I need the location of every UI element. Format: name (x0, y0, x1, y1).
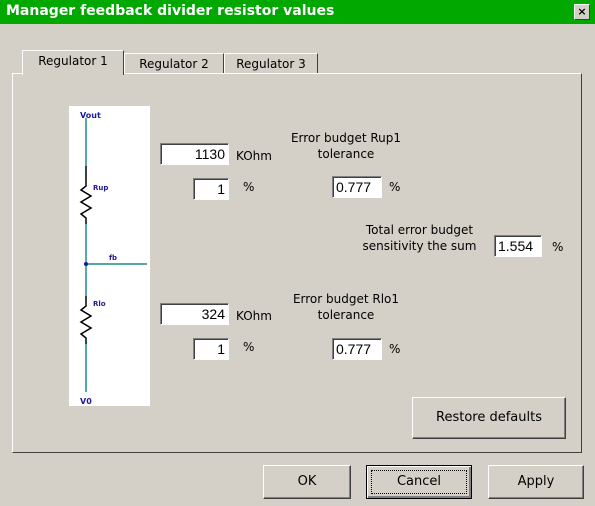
rlo-tolerance-input[interactable]: 1 (193, 338, 229, 360)
title-bar: Manager feedback divider resistor values… (0, 0, 595, 24)
rup-value-text: 1130 (194, 146, 225, 162)
tab-regulator-1[interactable]: Regulator 1 (22, 50, 124, 75)
window-title: Manager feedback divider resistor values (6, 3, 335, 19)
rlo-budget-unit: % (389, 342, 401, 356)
rup-error-budget-field: 0.777 (332, 176, 382, 198)
total-error-budget-field: 1.554 (494, 235, 542, 257)
total-line2: sensitivity the sum (362, 239, 477, 253)
rlo-value-text: 324 (201, 306, 225, 322)
rlo-tolerance-text: 1 (217, 341, 225, 357)
rlo-budget-value: 0.777 (336, 341, 372, 357)
schematic-v0-label: V0 (80, 397, 92, 406)
tab-label: Regulator 3 (236, 57, 306, 71)
total-line1: Total error budget (365, 223, 474, 237)
schematic-rup-label: Rup (93, 184, 108, 192)
rup-error-budget-label: Error budget Rup1 tolerance (286, 130, 406, 162)
total-value: 1.554 (498, 238, 534, 254)
rlo-error-budget-label: Error budget Rlo1 tolerance (286, 291, 406, 323)
rlo-value-input[interactable]: 324 (160, 303, 229, 325)
rup-tolerance-input[interactable]: 1 (193, 178, 229, 200)
rup-budget-value: 0.777 (336, 179, 372, 195)
ok-button[interactable]: OK (263, 465, 351, 499)
rlo-error-budget-field: 0.777 (332, 338, 382, 360)
schematic-rlo-label: Rlo (93, 300, 106, 308)
restore-defaults-label: Restore defaults (436, 410, 542, 425)
restore-defaults-button[interactable]: Restore defaults (412, 397, 566, 439)
total-unit: % (552, 240, 564, 254)
rup-tolerance-text: 1 (217, 181, 225, 197)
apply-button[interactable]: Apply (488, 465, 584, 499)
total-error-budget-label: Total error budget sensitivity the sum (352, 222, 487, 254)
rup-unit-label: KOhm (236, 149, 272, 163)
cancel-button[interactable]: Cancel (366, 465, 472, 499)
tab-regulator-2[interactable]: Regulator 2 (124, 53, 224, 74)
schematic-fb-label: fb (109, 254, 117, 262)
rlo-budget-line1: Error budget Rlo1 (292, 292, 400, 306)
schematic-vout-label: Vout (80, 111, 101, 120)
rup-budget-line2: tolerance (317, 147, 375, 161)
rup-budget-line1: Error budget Rup1 (290, 131, 402, 145)
divider-schematic: Vout Rup fb Rlo V0 (69, 106, 150, 406)
rlo-tolerance-unit: % (243, 340, 255, 354)
ok-label: OK (297, 474, 317, 489)
apply-label: Apply (517, 474, 555, 489)
rup-value-input[interactable]: 1130 (160, 143, 229, 165)
cancel-focus-indicator (371, 470, 467, 494)
schematic-drawing: Vout Rup fb Rlo V0 (79, 111, 147, 406)
close-icon: × (577, 5, 587, 18)
tab-regulator-3[interactable]: Regulator 3 (224, 53, 318, 74)
rup-tolerance-unit: % (243, 180, 255, 194)
rlo-budget-line2: tolerance (317, 308, 375, 322)
tab-label: Regulator 1 (38, 54, 108, 68)
rlo-unit-label: KOhm (236, 309, 272, 323)
rup-budget-unit: % (389, 180, 401, 194)
tab-label: Regulator 2 (139, 57, 209, 71)
close-button[interactable]: × (574, 4, 590, 20)
